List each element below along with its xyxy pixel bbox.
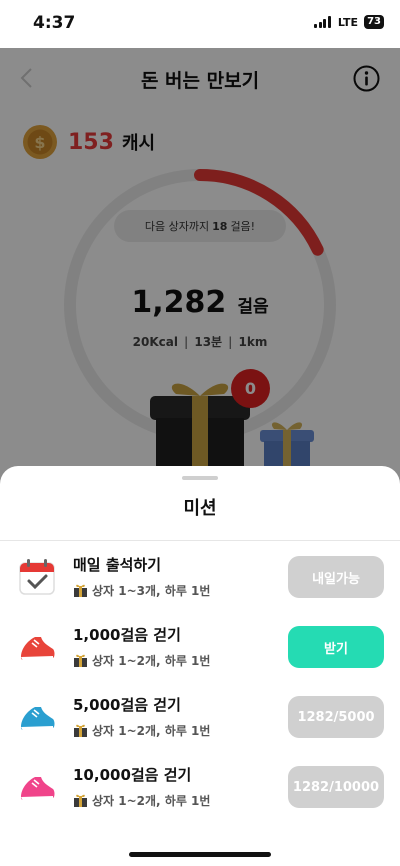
mission-reward-text: 상자 1~2개, 하루 1번	[92, 724, 211, 738]
mission-item: 10,000걸음 걷기 상자 1~2개, 하루 1번 1282/10000	[0, 752, 400, 822]
sheet-handle[interactable]	[182, 476, 218, 480]
progress-button[interactable]: 1282/5000	[288, 696, 384, 738]
mission-reward: 상자 1~2개, 하루 1번	[73, 652, 210, 669]
progress-button[interactable]: 1282/10000	[288, 766, 384, 808]
status-indicators: LTE 73	[314, 15, 384, 29]
mission-item: 5,000걸음 걷기 상자 1~2개, 하루 1번 1282/5000	[0, 682, 400, 752]
status-bar: 4:37 LTE 73	[0, 0, 400, 48]
mission-reward-text: 상자 1~3개, 하루 1번	[92, 584, 211, 598]
claim-button[interactable]: 받기	[288, 626, 384, 668]
mission-name: 5,000걸음 걷기	[73, 696, 181, 714]
battery-icon: 73	[364, 15, 384, 29]
pink-shoe-icon	[21, 777, 55, 801]
mission-item: 1,000걸음 걷기 상자 1~2개, 하루 1번 받기	[0, 612, 400, 682]
blue-shoe-icon	[21, 707, 55, 731]
status-time: 4:37	[33, 13, 76, 33]
mission-reward: 상자 1~2개, 하루 1번	[73, 792, 210, 809]
mission-reward-text: 상자 1~2개, 하루 1번	[92, 794, 211, 808]
home-indicator[interactable]	[129, 852, 271, 857]
divider	[0, 540, 400, 541]
calendar-check-icon	[19, 559, 55, 595]
mission-reward-text: 상자 1~2개, 하루 1번	[92, 654, 211, 668]
reward-box-icon	[74, 654, 87, 667]
mission-reward: 상자 1~3개, 하루 1번	[73, 582, 210, 599]
red-shoe-icon	[21, 637, 55, 661]
reward-box-icon	[74, 724, 87, 737]
sheet-title: 미션	[183, 498, 217, 519]
reward-box-icon	[74, 794, 87, 807]
mission-name: 10,000걸음 걷기	[73, 766, 192, 784]
mission-reward: 상자 1~2개, 하루 1번	[73, 722, 210, 739]
signal-icon	[314, 16, 331, 28]
mission-item: 매일 출석하기 상자 1~3개, 하루 1번 내일가능	[0, 542, 400, 612]
tomorrow-button[interactable]: 내일가능	[288, 556, 384, 598]
mission-name: 매일 출석하기	[73, 556, 162, 574]
mission-name: 1,000걸음 걷기	[73, 626, 181, 644]
reward-box-icon	[74, 584, 87, 597]
network-label: LTE	[337, 15, 359, 29]
mission-sheet: 미션 매일 출석하기 상자 1~3개, 하루 1번 내일가능 1,000걸음 걷…	[0, 466, 400, 866]
